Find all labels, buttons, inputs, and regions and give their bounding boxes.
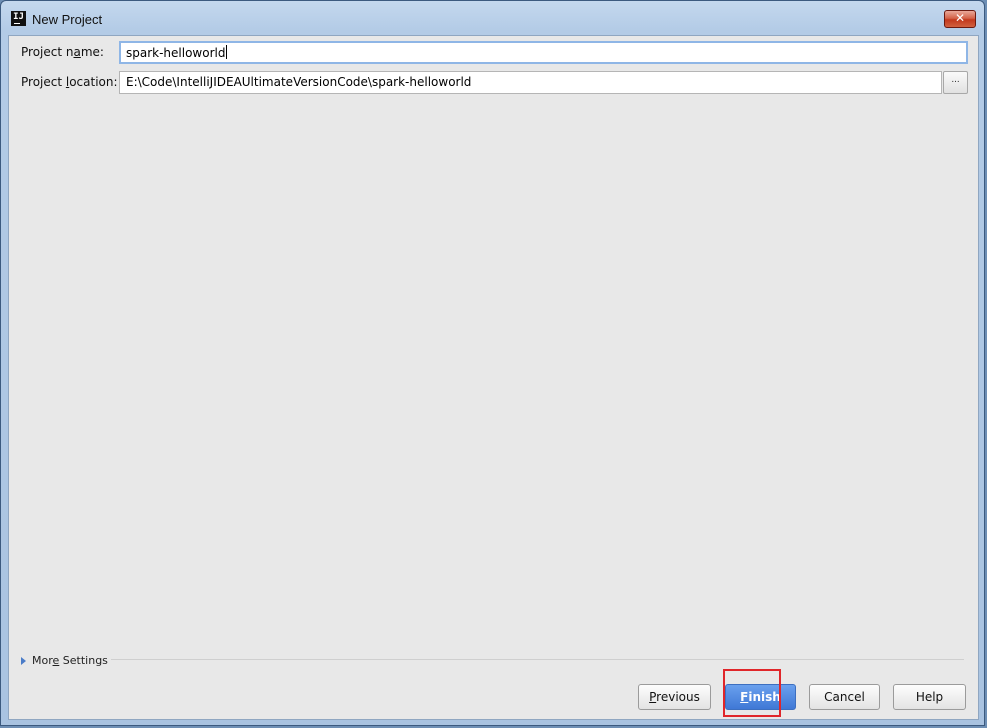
project-location-value: E:\Code\IntelliJIDEAUltimateVersionCode\…	[126, 75, 472, 89]
finish-button[interactable]: Finish	[725, 684, 796, 710]
expand-triangle-icon	[21, 656, 26, 665]
project-name-value: spark-helloworld	[126, 46, 226, 60]
title-bar[interactable]: IJ New Project ✕	[1, 1, 984, 35]
close-icon[interactable]: ✕	[944, 10, 976, 28]
cancel-button[interactable]: Cancel	[809, 684, 880, 710]
new-project-dialog: IJ New Project ✕ Project name: spark-hel…	[0, 0, 985, 726]
text-caret	[226, 45, 228, 59]
dialog-content: Project name: spark-helloworld Project l…	[8, 35, 979, 720]
settings-separator	[111, 659, 964, 660]
more-settings-toggle[interactable]: More Settings	[21, 654, 108, 667]
previous-button[interactable]: Previous	[638, 684, 711, 710]
more-settings-label: More Settings	[32, 654, 108, 667]
project-location-label: Project location:	[21, 75, 118, 89]
project-name-label: Project name:	[21, 45, 104, 59]
browse-button[interactable]: ...	[943, 71, 968, 94]
project-name-input[interactable]: spark-helloworld	[119, 41, 968, 64]
project-location-input[interactable]: E:\Code\IntelliJIDEAUltimateVersionCode\…	[119, 71, 942, 94]
window-title: New Project	[32, 12, 103, 27]
intellij-app-icon: IJ	[11, 11, 26, 26]
help-button[interactable]: Help	[893, 684, 966, 710]
